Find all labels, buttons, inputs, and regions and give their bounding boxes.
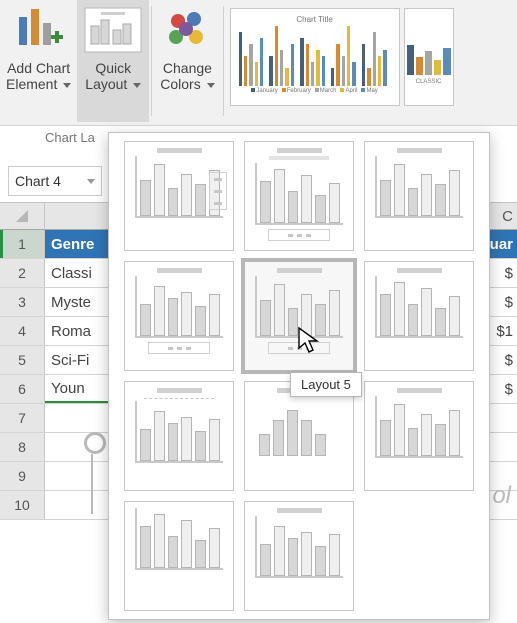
row-header[interactable]: 7: [0, 404, 45, 432]
quick-layout-icon: [83, 2, 143, 58]
layout-option-10[interactable]: [124, 501, 234, 611]
add-chart-element-button[interactable]: Add Chart Element: [0, 0, 77, 122]
row-header[interactable]: 4: [0, 317, 45, 345]
row-header[interactable]: 6: [0, 375, 45, 403]
layout-option-3[interactable]: [364, 141, 474, 251]
layout-option-8[interactable]: [244, 381, 354, 491]
row-header[interactable]: 2: [0, 259, 45, 287]
ghost-text: ol: [492, 482, 511, 510]
chart-preview-bars: [237, 26, 393, 86]
change-colors-button[interactable]: Change Colors: [154, 0, 220, 122]
embedded-chart-handle[interactable]: [84, 432, 106, 514]
layout-option-4[interactable]: [124, 261, 234, 371]
layout-option-2[interactable]: [244, 141, 354, 251]
row-header[interactable]: 5: [0, 346, 45, 374]
row-header[interactable]: 1: [0, 230, 45, 258]
quick-layout-button[interactable]: Quick Layout: [77, 0, 149, 122]
change-colors-icon: [162, 2, 212, 58]
add-chart-element-icon: [13, 2, 65, 58]
row-header[interactable]: 10: [0, 491, 45, 519]
chevron-down-icon: [133, 83, 141, 88]
chart-style-preview-2[interactable]: CLASSIC: [404, 8, 454, 106]
change-colors-label: Change Colors: [160, 60, 214, 92]
name-box[interactable]: Chart 4: [8, 166, 102, 196]
ribbon: Add Chart Element Quick Layout Change Co…: [0, 0, 517, 126]
layout-option-1[interactable]: [124, 141, 234, 251]
chevron-down-icon: [207, 83, 215, 88]
select-all-corner[interactable]: [0, 203, 45, 229]
layout-option-9[interactable]: [364, 381, 474, 491]
tooltip: Layout 5: [290, 372, 362, 397]
row-header[interactable]: 9: [0, 462, 45, 490]
chart-preview-title: Chart Title: [237, 15, 393, 24]
chart-style-preview-1[interactable]: Chart Title JanuaryFebruaryMarchAprilMay: [230, 8, 400, 106]
layout-option-11[interactable]: [244, 501, 354, 611]
ribbon-group-label: Chart La: [45, 130, 95, 145]
chart-preview-legend: JanuaryFebruaryMarchAprilMay: [237, 88, 393, 94]
layout-option-6[interactable]: [364, 261, 474, 371]
layout-option-5[interactable]: [244, 261, 354, 371]
row-header[interactable]: 3: [0, 288, 45, 316]
add-chart-element-label: Add Chart Element: [6, 60, 71, 92]
chevron-down-icon: [63, 83, 71, 88]
row-header[interactable]: 8: [0, 433, 45, 461]
layout-option-7[interactable]: [124, 381, 234, 491]
quick-layout-label: Quick Layout: [85, 60, 141, 92]
